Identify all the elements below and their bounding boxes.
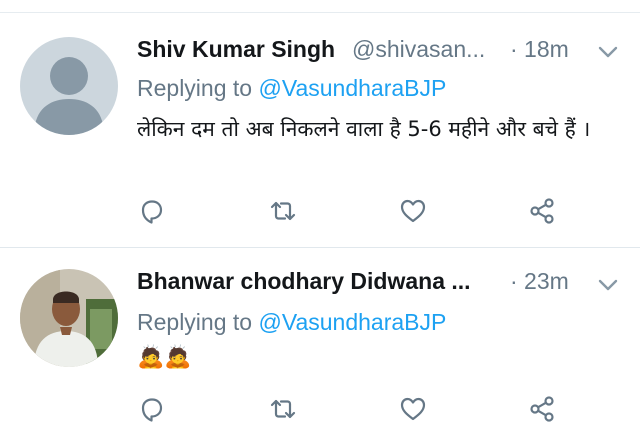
tweet-text: लेकिन दम तो अब निकलने वाला है 5-6 महीने …	[137, 117, 591, 141]
replying-to: Replying to @VasundharaBJP	[137, 75, 446, 102]
retweet-button[interactable]	[268, 394, 298, 424]
author-name[interactable]: Bhanwar chodhary Didwana ...	[137, 268, 471, 295]
chevron-down-icon[interactable]	[598, 278, 618, 292]
author-handle[interactable]: @shivasan...	[352, 36, 485, 63]
share-button[interactable]	[527, 394, 557, 424]
like-button[interactable]	[398, 196, 428, 226]
avatar[interactable]	[20, 37, 118, 135]
replying-to-label: Replying to	[137, 75, 259, 101]
reply-icon	[141, 200, 163, 224]
tweet-timestamp[interactable]: · 18m	[510, 36, 569, 63]
share-icon	[530, 396, 554, 422]
reply-button[interactable]	[137, 196, 167, 226]
chevron-down-icon[interactable]	[598, 45, 618, 59]
tweet-timestamp[interactable]: · 23m	[510, 268, 569, 295]
reply-button[interactable]	[137, 394, 167, 424]
share-button[interactable]	[527, 196, 557, 226]
tweet[interactable]: Bhanwar chodhary Didwana ... · 23m Reply…	[0, 248, 640, 427]
share-icon	[530, 198, 554, 224]
retweet-icon	[270, 201, 296, 221]
like-icon	[400, 397, 426, 421]
mention-link[interactable]: @VasundharaBJP	[258, 75, 446, 101]
author-name[interactable]: Shiv Kumar Singh	[137, 36, 335, 63]
replying-to: Replying to @VasundharaBJP	[137, 309, 446, 336]
mention-link[interactable]: @VasundharaBJP	[258, 309, 446, 335]
retweet-icon	[270, 399, 296, 419]
retweet-button[interactable]	[268, 196, 298, 226]
like-icon	[400, 199, 426, 223]
reply-icon	[141, 398, 163, 422]
tweet-text: 🙇🙇	[137, 345, 192, 370]
replying-to-label: Replying to	[137, 309, 259, 335]
like-button[interactable]	[398, 394, 428, 424]
tweet[interactable]: Shiv Kumar Singh @shivasan... · 18m Repl…	[0, 0, 640, 247]
avatar[interactable]	[20, 269, 118, 367]
